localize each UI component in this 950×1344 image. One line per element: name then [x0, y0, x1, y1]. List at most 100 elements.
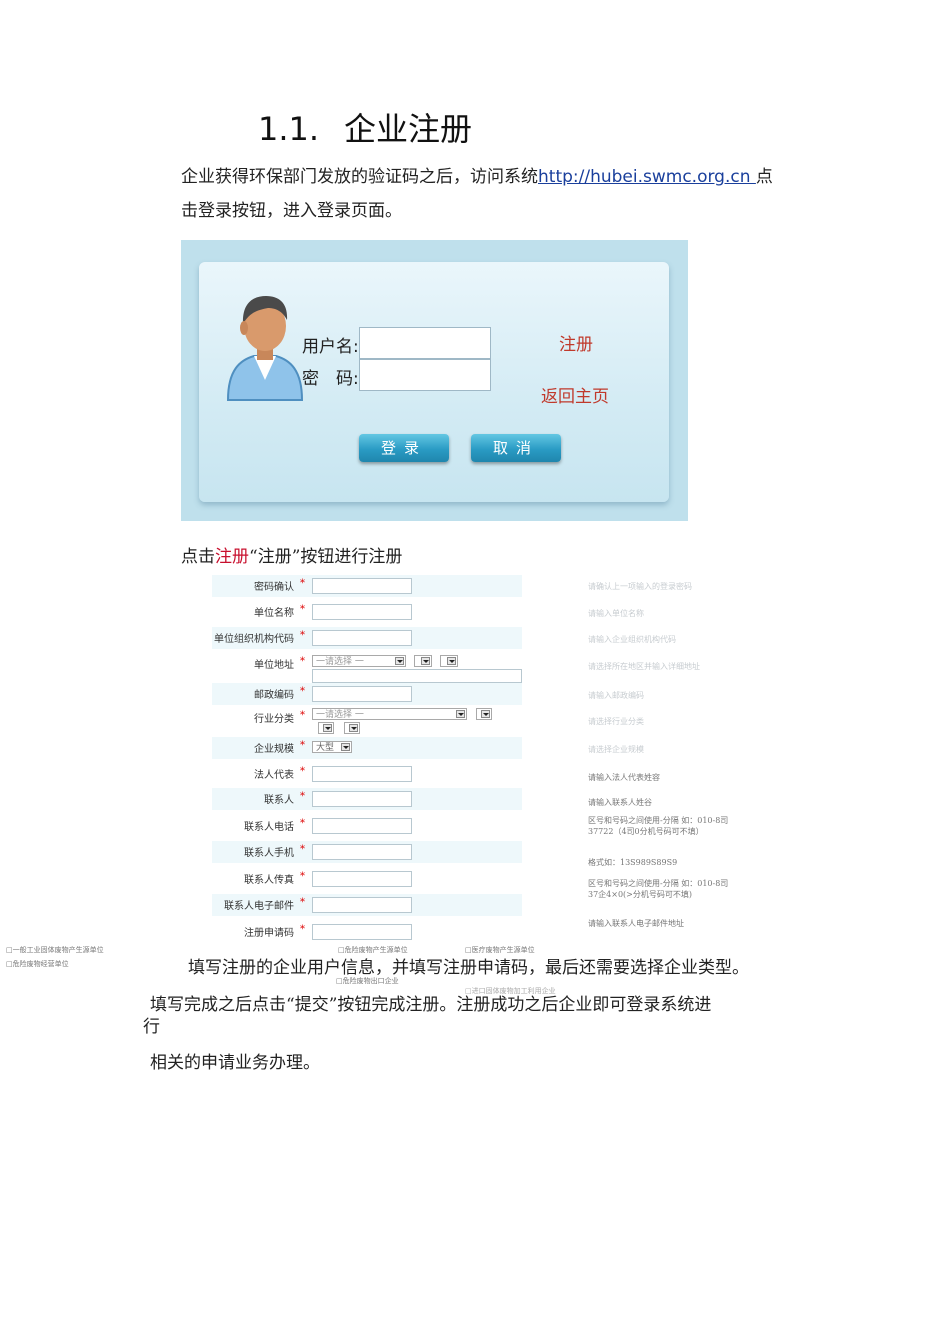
form-row: 联系人电话 * — [212, 815, 522, 837]
field-hint: 请输入联系人电子邮件地址 — [588, 919, 684, 928]
required-mark: * — [300, 871, 305, 882]
registration-code-input[interactable] — [312, 924, 412, 940]
required-mark: * — [300, 766, 305, 777]
city-select[interactable] — [414, 655, 432, 667]
required-mark: * — [300, 630, 305, 641]
contact-email-input[interactable] — [312, 897, 412, 913]
required-mark: * — [300, 844, 305, 855]
field-hint: 区号和号码之间使用-分隔 如：010-8司37722（4司0分机号码可不填） — [588, 816, 729, 836]
contact-mobile-input[interactable] — [312, 844, 412, 860]
field-label: 邮政编码 — [254, 690, 294, 701]
form-row: 单位地址 * 一请选择 一 — [212, 653, 522, 683]
login-screenshot: 用户名: 密 码: 注册 返回主页 登录 取消 — [181, 240, 688, 521]
password-label: 密 码: — [302, 369, 359, 389]
field-hint: 请选择行业分类 — [588, 717, 644, 726]
form-row: 法人代表 * — [212, 763, 522, 785]
field-hint: 请输入联系人姓谷 — [588, 798, 652, 807]
register-caption: 点击注册“注册”按钮进行注册 — [181, 540, 402, 574]
chevron-down-icon — [481, 710, 490, 718]
password-input[interactable] — [359, 359, 491, 391]
enterprise-type-checkbox[interactable]: □危险废物经营单位 — [6, 959, 69, 969]
field-label: 单位名称 — [254, 608, 294, 619]
field-label: 注册申请码 — [244, 928, 294, 939]
field-hint: 请选择所在地区并输入详细地址 — [588, 662, 700, 671]
body-paragraph-2: 填写完成之后点击“提交”按钮完成注册。注册成功之后企业即可登录系统进 — [150, 995, 712, 1015]
form-row: 注册申请码 * — [212, 921, 522, 943]
required-mark: * — [300, 791, 305, 802]
form-row: 联系人手机 * — [212, 841, 522, 863]
chevron-down-icon — [456, 710, 465, 718]
field-label: 行业分类 — [254, 714, 294, 725]
section-title: 企业注册 — [344, 110, 473, 148]
field-hint: 请选择企业规模 — [588, 745, 644, 754]
field-hint: 请确认上一项输入的登录密码 — [588, 582, 692, 591]
field-label: 联系人电子邮件 — [224, 901, 294, 912]
required-mark: * — [300, 656, 305, 667]
registration-form-screenshot: 密码确认 * 请确认上一项输入的登录密码 单位名称 * 请输入单位名称 单位组织… — [212, 575, 732, 945]
district-select[interactable] — [440, 655, 458, 667]
caption-register-red: 注册 — [215, 547, 249, 567]
required-mark: * — [300, 604, 305, 615]
field-label: 企业规模 — [254, 744, 294, 755]
form-row: 企业规模 * 大型 — [212, 737, 522, 759]
chevron-down-icon — [341, 743, 350, 751]
chevron-down-icon — [447, 657, 456, 665]
register-link[interactable]: 注册 — [559, 330, 593, 355]
field-label: 单位组织机构代码 — [214, 634, 294, 645]
caption-prefix: 点击 — [181, 547, 215, 567]
intro-text: 企业获得环保部门发放的验证码之后，访问系统 — [181, 167, 538, 187]
chevron-down-icon — [395, 657, 404, 665]
password-confirm-input[interactable] — [312, 578, 412, 594]
postcode-input[interactable] — [312, 686, 412, 702]
form-row: 联系人传真 * — [212, 868, 522, 890]
home-link[interactable]: 返回主页 — [541, 382, 609, 407]
field-label: 单位地址 — [254, 660, 294, 671]
enterprise-type-checkbox[interactable]: □一般工业固体废物产生源单位 — [6, 945, 104, 955]
contact-phone-input[interactable] — [312, 818, 412, 834]
username-label: 用户名: — [302, 337, 359, 357]
field-hint: 请输入企业组织机构代码 — [588, 635, 676, 644]
field-hint: 请输入单位名称 — [588, 609, 644, 618]
body-paragraph-1: 填写注册的企业用户信息，并填写注册申请码，最后还需要选择企业类型。 — [188, 958, 749, 978]
industry-sub-select-3[interactable] — [344, 722, 360, 734]
industry-sub-select[interactable] — [476, 708, 492, 720]
required-mark: * — [300, 897, 305, 908]
cancel-button[interactable]: 取消 — [471, 434, 561, 462]
form-row: 单位组织机构代码 * — [212, 627, 522, 649]
form-row: 邮政编码 * — [212, 683, 522, 705]
required-mark: * — [300, 578, 305, 589]
required-mark: * — [300, 818, 305, 829]
required-mark: * — [300, 686, 305, 697]
chevron-down-icon — [349, 724, 358, 732]
login-button[interactable]: 登录 — [359, 434, 449, 462]
form-row: 密码确认 * — [212, 575, 522, 597]
intro-paragraph: 企业获得环保部门发放的验证码之后，访问系统http://hubei.swmc.o… — [181, 160, 821, 228]
section-heading: 1.1. 企业注册 — [258, 104, 472, 150]
intro-text-tail: 点 — [755, 167, 773, 187]
system-url-link[interactable]: http://hubei.swmc.org.cn — [538, 167, 756, 187]
field-label: 联系人 — [264, 795, 294, 806]
scale-select[interactable]: 大型 — [312, 741, 352, 753]
caption-rest: “注册”按钮进行注册 — [249, 547, 403, 567]
chevron-down-icon — [421, 657, 430, 665]
login-panel: 用户名: 密 码: 注册 返回主页 登录 取消 — [199, 262, 669, 502]
username-input[interactable] — [359, 327, 491, 359]
required-mark: * — [300, 710, 305, 721]
company-name-input[interactable] — [312, 604, 412, 620]
industry-select[interactable]: 一请选择 一 — [312, 708, 467, 720]
section-number: 1.1. — [258, 110, 320, 148]
legal-rep-input[interactable] — [312, 766, 412, 782]
body-paragraph-2-wrap: 行 — [143, 1017, 160, 1037]
contact-name-input[interactable] — [312, 791, 412, 807]
field-label: 密码确认 — [254, 582, 294, 593]
industry-sub-select-2[interactable] — [318, 722, 334, 734]
contact-fax-input[interactable] — [312, 871, 412, 887]
field-hint: 格式如：13S989S89S9 — [588, 858, 678, 867]
field-label: 法人代表 — [254, 770, 294, 781]
scale-value: 大型 — [316, 743, 335, 753]
required-mark: * — [300, 740, 305, 751]
province-select[interactable]: 一请选择 一 — [312, 655, 406, 667]
address-input[interactable] — [312, 669, 522, 683]
org-code-input[interactable] — [312, 630, 412, 646]
chevron-down-icon — [323, 724, 332, 732]
